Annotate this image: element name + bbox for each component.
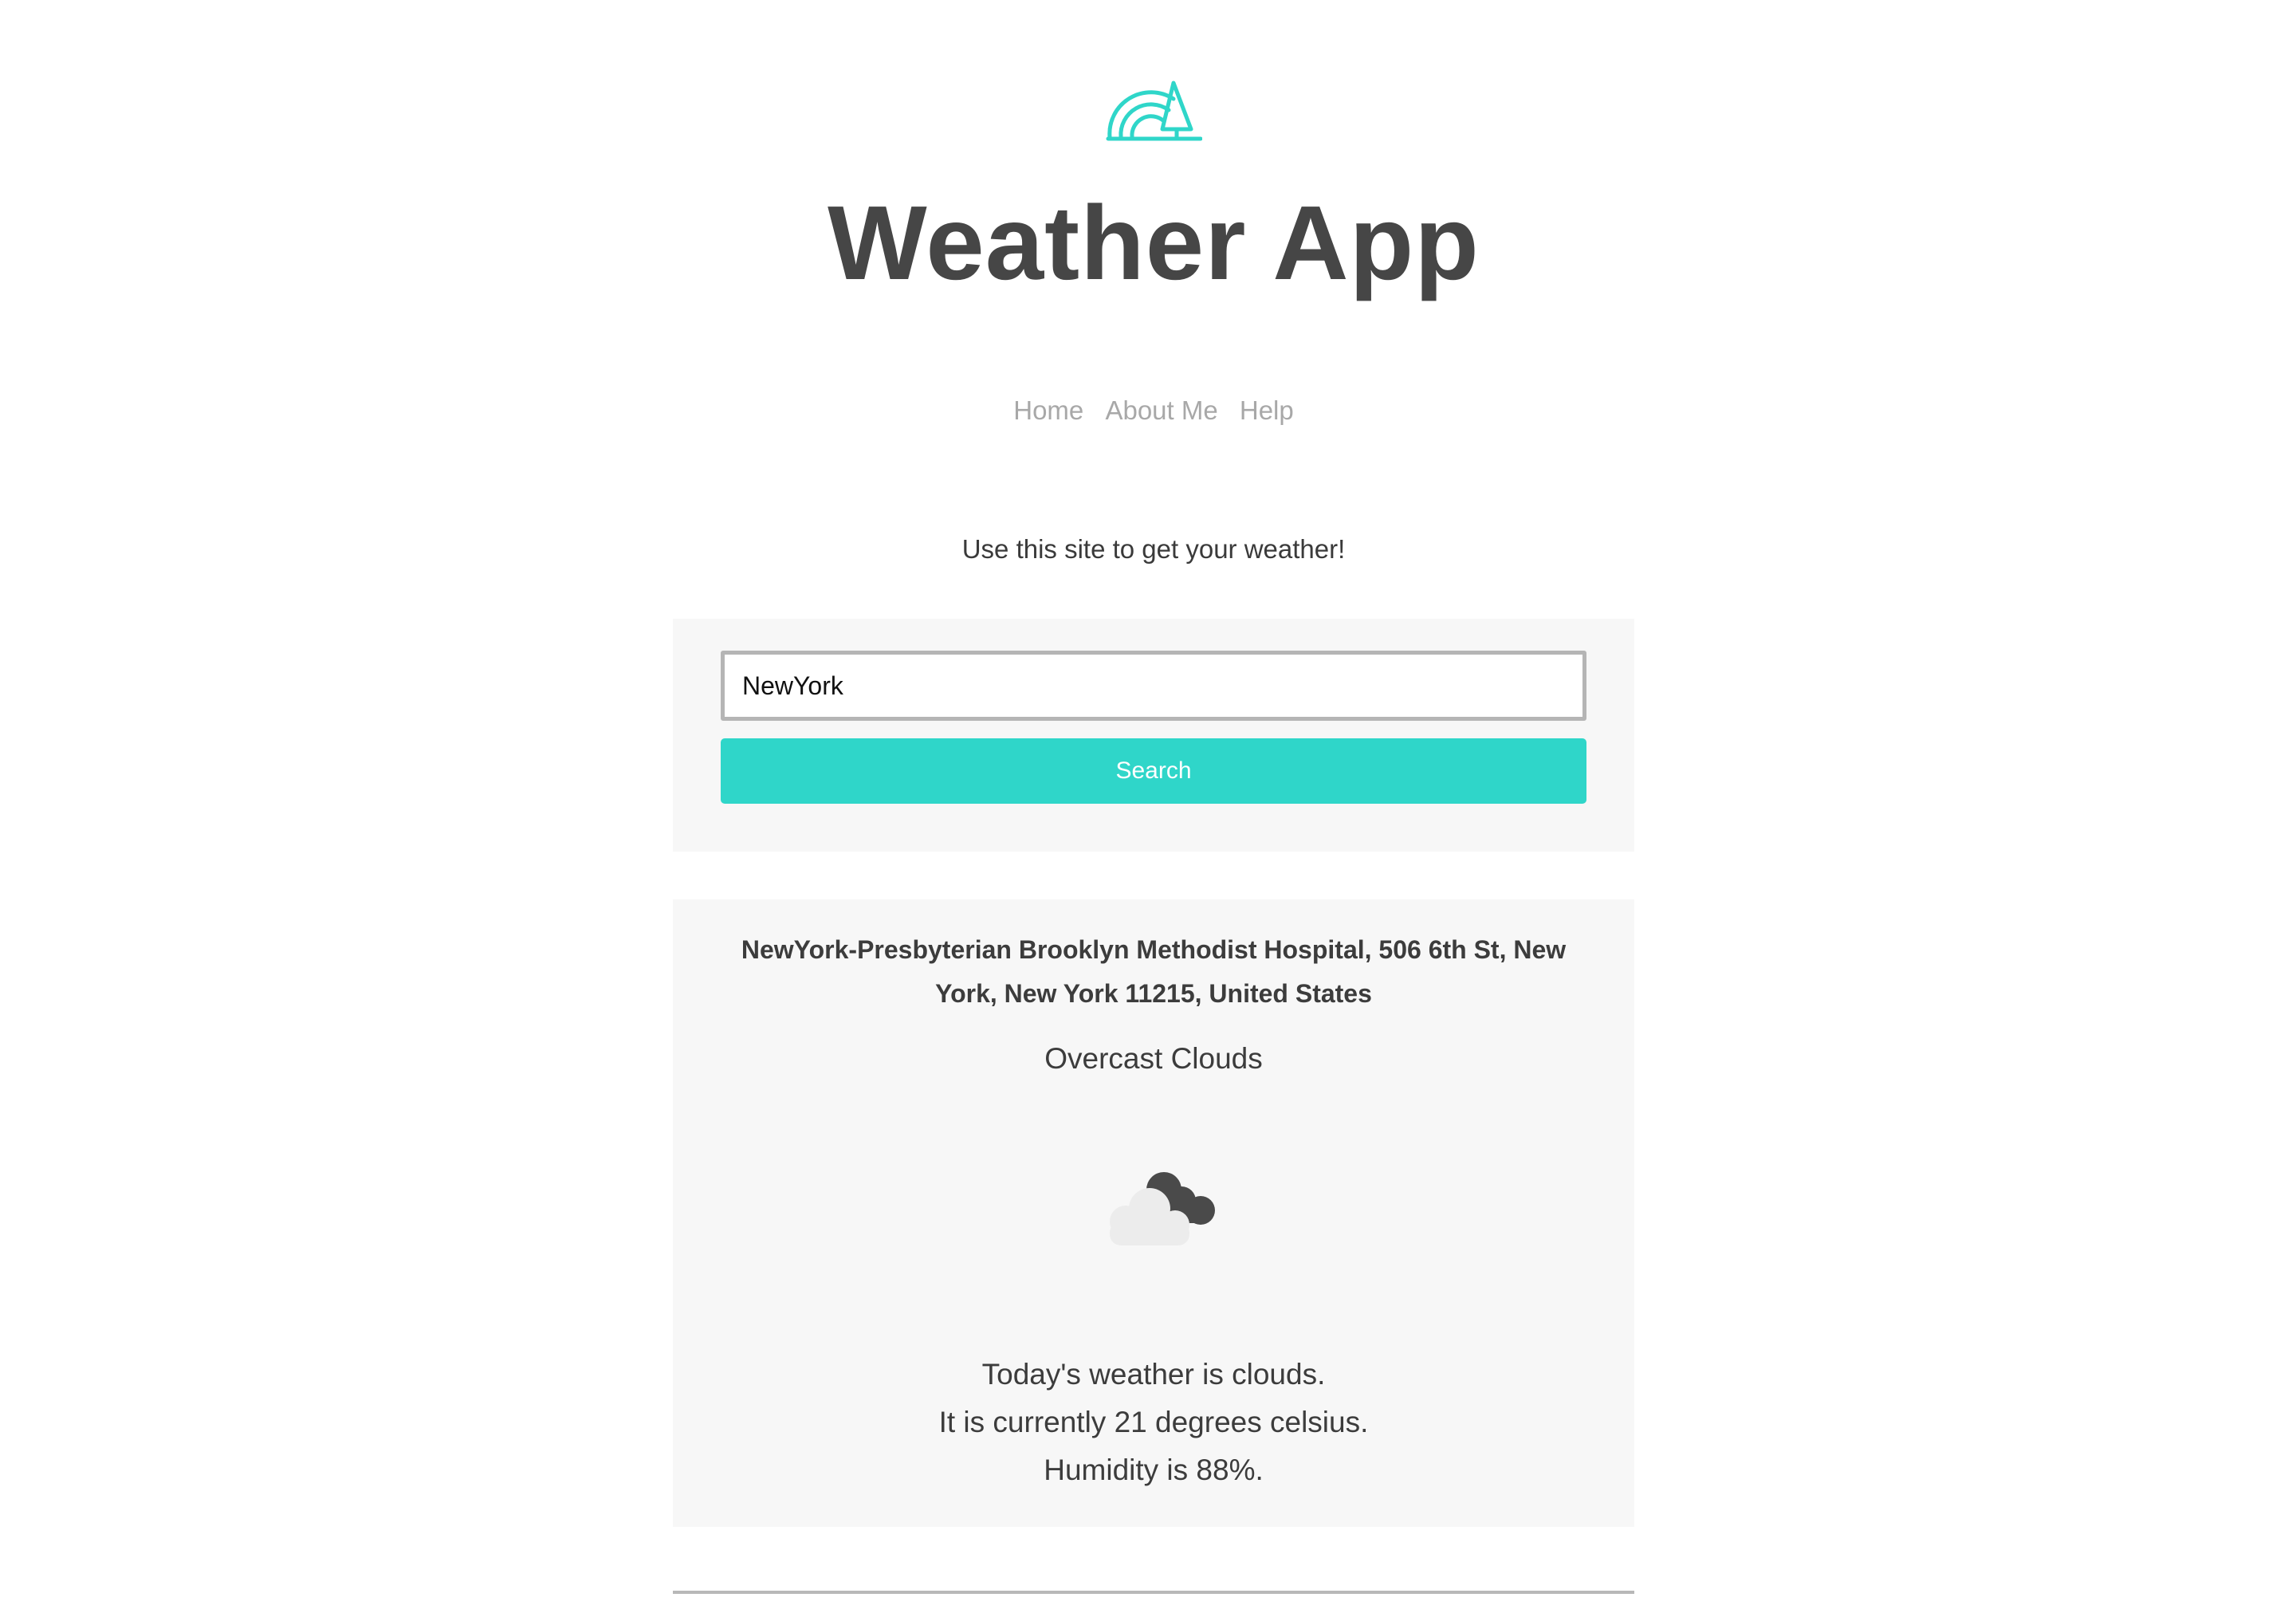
temperature-text: It is currently 21 degrees celsius. bbox=[938, 1406, 1369, 1438]
location-address: NewYork-Presbyterian Brooklyn Methodist … bbox=[741, 935, 1567, 1008]
footer-divider bbox=[673, 1591, 1634, 1594]
nav-link-help[interactable]: Help bbox=[1240, 395, 1294, 425]
search-input[interactable] bbox=[721, 651, 1586, 721]
nav-link-about-me[interactable]: About Me bbox=[1105, 395, 1217, 425]
nav-link-home[interactable]: Home bbox=[1013, 395, 1083, 425]
page-title: Weather App bbox=[828, 184, 1480, 301]
rainbow-tree-icon bbox=[1105, 78, 1202, 142]
weather-result-card: NewYork-Presbyterian Brooklyn Methodist … bbox=[673, 899, 1634, 1527]
search-button[interactable]: Search bbox=[721, 738, 1586, 804]
overcast-clouds-icon bbox=[1095, 1163, 1220, 1250]
weather-summary: Today's weather is clouds. bbox=[981, 1358, 1326, 1391]
intro-text: Use this site to get your weather! bbox=[961, 534, 1346, 564]
weather-description: Overcast Clouds bbox=[1044, 1042, 1263, 1075]
weather-stats: Today's weather is clouds. It is current… bbox=[673, 1351, 1634, 1494]
humidity-text: Humidity is 88%. bbox=[1044, 1454, 1264, 1486]
search-form: Search bbox=[673, 619, 1634, 852]
main-nav: Home About Me Help bbox=[673, 391, 1634, 431]
